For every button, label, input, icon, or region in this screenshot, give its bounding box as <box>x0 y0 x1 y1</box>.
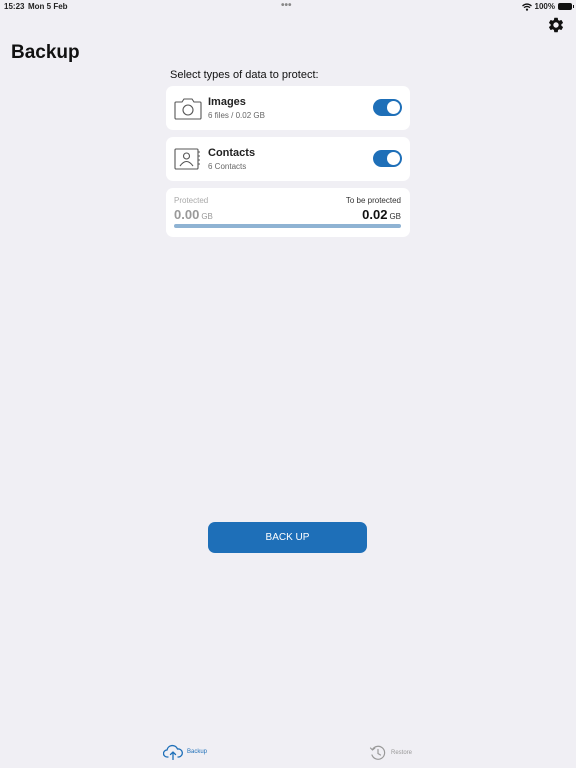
camera-icon <box>174 95 202 121</box>
history-icon <box>369 745 386 760</box>
cloud-upload-icon <box>163 744 183 760</box>
tab-restore[interactable]: Restore <box>369 744 412 762</box>
tab-label: Restore <box>391 750 413 756</box>
toggle-knob <box>387 152 400 165</box>
protected-unit: GB <box>201 212 213 221</box>
contact-book-icon <box>174 146 202 172</box>
status-time: 15:23 <box>4 2 25 11</box>
data-type-subtitle: 6 Contacts <box>208 162 247 171</box>
protected-value: 0.00 <box>174 207 200 222</box>
multitasking-dots-icon[interactable]: ••• <box>281 0 292 11</box>
protection-progress-bar <box>174 224 401 228</box>
battery-percent: 100% <box>534 2 555 11</box>
tab-backup[interactable]: Backup <box>163 744 207 760</box>
status-bar: 15:23 Mon 5 Feb ••• 100% <box>0 0 576 14</box>
to-be-protected-unit: GB <box>389 212 401 221</box>
protection-progress-card: Protected To be protected 0.00 GB 0.02 GB <box>166 188 410 237</box>
wifi-icon <box>521 2 532 11</box>
toggle-knob <box>387 101 400 114</box>
data-type-title: Images <box>208 96 246 108</box>
status-indicators: 100% <box>521 2 574 11</box>
images-toggle[interactable] <box>373 99 402 116</box>
gear-icon[interactable] <box>547 16 565 34</box>
data-type-title: Contacts <box>208 147 256 159</box>
to-be-protected-amount: 0.02 GB <box>362 207 401 222</box>
status-date: Mon 5 Feb <box>28 2 68 11</box>
page-title: Backup <box>11 42 80 63</box>
contacts-toggle[interactable] <box>373 150 402 167</box>
back-up-button[interactable]: BACK UP <box>208 522 367 553</box>
data-type-subtitle: 6 files / 0.02 GB <box>208 111 265 120</box>
section-label: Select types of data to protect: <box>170 69 319 81</box>
to-be-protected-value: 0.02 <box>362 207 388 222</box>
battery-icon <box>558 3 574 10</box>
tab-label: Backup <box>187 749 208 755</box>
to-be-protected-label: To be protected <box>345 196 401 205</box>
protected-amount: 0.00 GB <box>174 207 213 222</box>
data-type-card-contacts: Contacts 6 Contacts <box>166 137 410 181</box>
protected-label: Protected <box>174 196 209 205</box>
data-type-card-images: Images 6 files / 0.02 GB <box>166 86 410 130</box>
